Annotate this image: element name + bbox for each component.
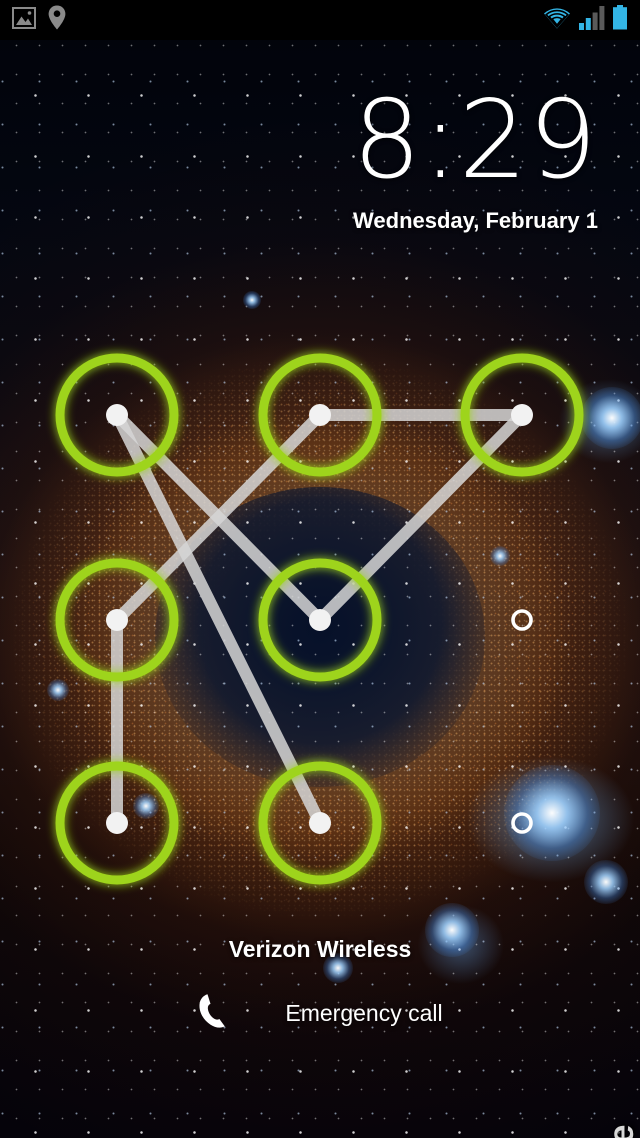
- clock-widget: 8:29 Wednesday, February 1: [352, 87, 598, 234]
- clock-minute: 29: [458, 78, 598, 203]
- pattern-node-dot-idle[interactable]: [511, 812, 533, 834]
- battery-icon: [612, 5, 628, 35]
- location-pin-icon: [48, 5, 66, 35]
- carrier-label: Verizon Wireless: [228, 936, 412, 962]
- clock-date: Wednesday, February 1: [353, 207, 598, 233]
- pattern-node-dot-selected[interactable]: [511, 404, 533, 426]
- wifi-icon: [542, 6, 572, 35]
- pattern-node-dot-selected[interactable]: [309, 404, 331, 426]
- pattern-segment: [111, 409, 326, 829]
- phone-handset-icon: [197, 992, 233, 1035]
- screenshot-icon: [12, 6, 36, 34]
- pattern-node-dot-selected[interactable]: [106, 812, 128, 834]
- clock-time: 8:29: [352, 87, 598, 195]
- pattern-segment: [314, 409, 528, 626]
- pattern-node-dot-selected[interactable]: [309, 812, 331, 834]
- status-bar-left: [12, 5, 66, 35]
- pattern-node-dot-idle[interactable]: [511, 609, 533, 631]
- status-bar: [0, 0, 640, 40]
- pattern-node-dot-selected[interactable]: [106, 404, 128, 426]
- watermark: Tricks Upto Date: [602, 1124, 640, 1138]
- emergency-call-button[interactable]: Emergency call: [0, 992, 640, 1035]
- clock-colon: :: [422, 78, 459, 203]
- lock-screen: 8:29 Wednesday, February 1 Verizon Wirel…: [0, 0, 640, 1138]
- cellular-signal-icon: [579, 6, 605, 35]
- pattern-node-dot-selected[interactable]: [106, 609, 128, 631]
- pattern-node-dot-selected[interactable]: [309, 609, 331, 631]
- status-bar-right: [542, 5, 628, 35]
- emergency-call-label: Emergency call: [285, 1000, 443, 1026]
- clock-hour: 8: [352, 78, 423, 203]
